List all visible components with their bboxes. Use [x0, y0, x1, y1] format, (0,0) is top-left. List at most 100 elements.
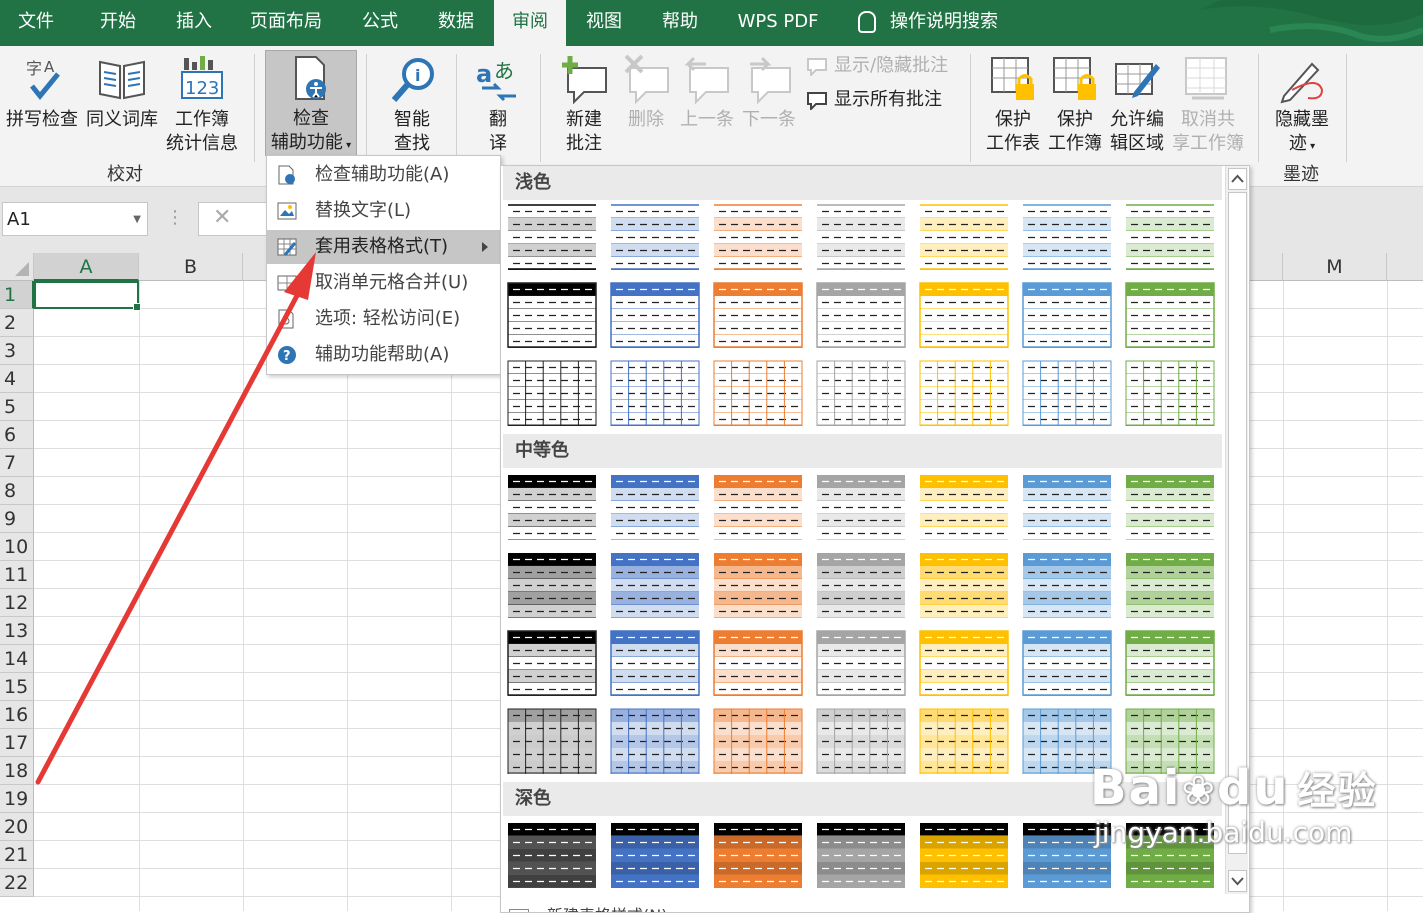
table-style-thumbnail[interactable]	[507, 282, 597, 348]
table-style-thumbnail[interactable]	[919, 282, 1009, 348]
table-style-thumbnail[interactable]	[816, 474, 906, 540]
row-header[interactable]: 16	[0, 701, 34, 729]
table-style-thumbnail[interactable]	[919, 708, 1009, 774]
table-style-thumbnail[interactable]	[507, 630, 597, 696]
active-cell-a1[interactable]	[34, 281, 139, 309]
table-style-thumbnail[interactable]	[610, 708, 700, 774]
table-style-thumbnail[interactable]	[1022, 282, 1112, 348]
table-style-thumbnail[interactable]	[507, 474, 597, 540]
row-header[interactable]: 21	[0, 841, 34, 869]
allow-edit-ranges-button[interactable]: 允许编 辑区域	[1106, 52, 1168, 156]
row-header[interactable]: 7	[0, 449, 34, 477]
table-style-thumbnail[interactable]	[1022, 552, 1112, 618]
previous-comment-button[interactable]: 上一条	[676, 52, 738, 132]
row-header[interactable]: 1	[0, 281, 34, 309]
table-style-thumbnail[interactable]	[1125, 474, 1215, 540]
scroll-up-button[interactable]	[1228, 168, 1247, 190]
table-style-thumbnail[interactable]	[713, 708, 803, 774]
row-header[interactable]: 12	[0, 589, 34, 617]
tab-view[interactable]: 视图	[570, 0, 638, 46]
tab-wps-pdf[interactable]: WPS PDF	[726, 0, 830, 46]
row-header[interactable]: 17	[0, 729, 34, 757]
row-header[interactable]: 11	[0, 561, 34, 589]
table-style-thumbnail[interactable]	[507, 822, 597, 888]
row-header[interactable]: 19	[0, 785, 34, 813]
row-header[interactable]: 4	[0, 365, 34, 393]
table-style-thumbnail[interactable]	[919, 204, 1009, 270]
table-style-thumbnail[interactable]	[919, 552, 1009, 618]
table-style-thumbnail[interactable]	[713, 822, 803, 888]
row-header[interactable]: 8	[0, 477, 34, 505]
table-style-thumbnail[interactable]	[816, 204, 906, 270]
table-style-thumbnail[interactable]	[919, 360, 1009, 426]
hide-ink-button[interactable]: 隐藏墨 迹 ▾	[1266, 52, 1338, 156]
smart-lookup-button[interactable]: i 智能 查找	[378, 52, 446, 156]
table-style-thumbnail[interactable]	[816, 822, 906, 888]
check-accessibility-button[interactable]: 检查 辅助功能 ▾	[265, 50, 357, 156]
tab-formulas[interactable]: 公式	[346, 0, 414, 46]
table-style-thumbnail[interactable]	[1022, 360, 1112, 426]
table-style-thumbnail[interactable]	[507, 552, 597, 618]
menu-item-alt-text[interactable]: 替换文字(L)	[267, 194, 500, 228]
delete-comment-button[interactable]: 删除	[616, 52, 676, 132]
show-all-comments-button[interactable]: 显示所有批注	[806, 88, 956, 114]
table-style-thumbnail[interactable]	[713, 282, 803, 348]
table-style-thumbnail[interactable]	[816, 360, 906, 426]
menu-item-accessibility-help[interactable]: ? 辅助功能帮助(A)	[267, 338, 500, 372]
row-header[interactable]: 2	[0, 309, 34, 337]
translate-button[interactable]: a あ 翻 译	[466, 52, 530, 156]
name-box[interactable]: A1▼	[2, 202, 148, 236]
tab-page-layout[interactable]: 页面布局	[240, 0, 332, 46]
column-header-m[interactable]: M	[1283, 253, 1387, 281]
menu-item-ease-of-access-options[interactable]: 选项: 轻松访问(E)	[267, 302, 500, 336]
table-style-thumbnail[interactable]	[1125, 630, 1215, 696]
next-comment-button[interactable]: 下一条	[738, 52, 800, 132]
table-style-thumbnail[interactable]	[1022, 474, 1112, 540]
spelling-button[interactable]: 字A 拼写检查	[4, 52, 80, 156]
row-header[interactable]: 13	[0, 617, 34, 645]
tab-file[interactable]: 文件	[0, 0, 72, 46]
table-style-thumbnail[interactable]	[713, 204, 803, 270]
unshare-workbook-button[interactable]: 取消共 享工作簿	[1168, 52, 1248, 156]
protect-sheet-button[interactable]: 保护 工作表	[982, 52, 1044, 156]
cancel-icon[interactable]: ✕	[213, 205, 231, 230]
table-style-thumbnail[interactable]	[919, 630, 1009, 696]
menu-item-format-as-table[interactable]: 套用表格格式(T)	[267, 230, 500, 264]
row-header[interactable]: 14	[0, 645, 34, 673]
table-style-thumbnail[interactable]	[507, 708, 597, 774]
table-style-thumbnail[interactable]	[610, 630, 700, 696]
row-header[interactable]: 10	[0, 533, 34, 561]
table-style-thumbnail[interactable]	[713, 630, 803, 696]
menu-item-check-accessibility[interactable]: 检查辅助功能(A)	[267, 158, 500, 192]
table-style-thumbnail[interactable]	[713, 474, 803, 540]
row-header[interactable]: 15	[0, 673, 34, 701]
table-style-thumbnail[interactable]	[1022, 630, 1112, 696]
table-style-thumbnail[interactable]	[816, 552, 906, 618]
table-style-thumbnail[interactable]	[1125, 282, 1215, 348]
table-style-thumbnail[interactable]	[507, 360, 597, 426]
tell-me-search[interactable]: 操作说明搜索	[858, 0, 998, 46]
new-comment-button[interactable]: 新建 批注	[552, 52, 616, 156]
row-header[interactable]: 3	[0, 337, 34, 365]
protect-workbook-button[interactable]: 保护 工作簿	[1044, 52, 1106, 156]
row-header[interactable]: 5	[0, 393, 34, 421]
table-style-thumbnail[interactable]	[610, 360, 700, 426]
table-style-thumbnail[interactable]	[1125, 360, 1215, 426]
row-header[interactable]: 6	[0, 421, 34, 449]
show-hide-comment-button[interactable]: 显示/隐藏批注	[806, 54, 956, 80]
column-header-b[interactable]: B	[139, 253, 243, 281]
table-style-thumbnail[interactable]	[713, 552, 803, 618]
row-header[interactable]: 9	[0, 505, 34, 533]
fill-handle[interactable]	[133, 303, 141, 311]
tab-review[interactable]: 审阅	[494, 0, 566, 46]
table-style-thumbnail[interactable]	[610, 282, 700, 348]
tab-home[interactable]: 开始	[82, 0, 154, 46]
table-style-thumbnail[interactable]	[610, 822, 700, 888]
table-style-thumbnail[interactable]	[919, 474, 1009, 540]
tab-insert[interactable]: 插入	[158, 0, 230, 46]
row-header[interactable]: 22	[0, 869, 34, 897]
table-style-thumbnail[interactable]	[919, 822, 1009, 888]
table-style-thumbnail[interactable]	[816, 708, 906, 774]
workbook-statistics-button[interactable]: 123 工作簿 统计信息	[162, 52, 242, 156]
new-table-style-link[interactable]: 新建表格样式(N)...	[509, 902, 683, 913]
